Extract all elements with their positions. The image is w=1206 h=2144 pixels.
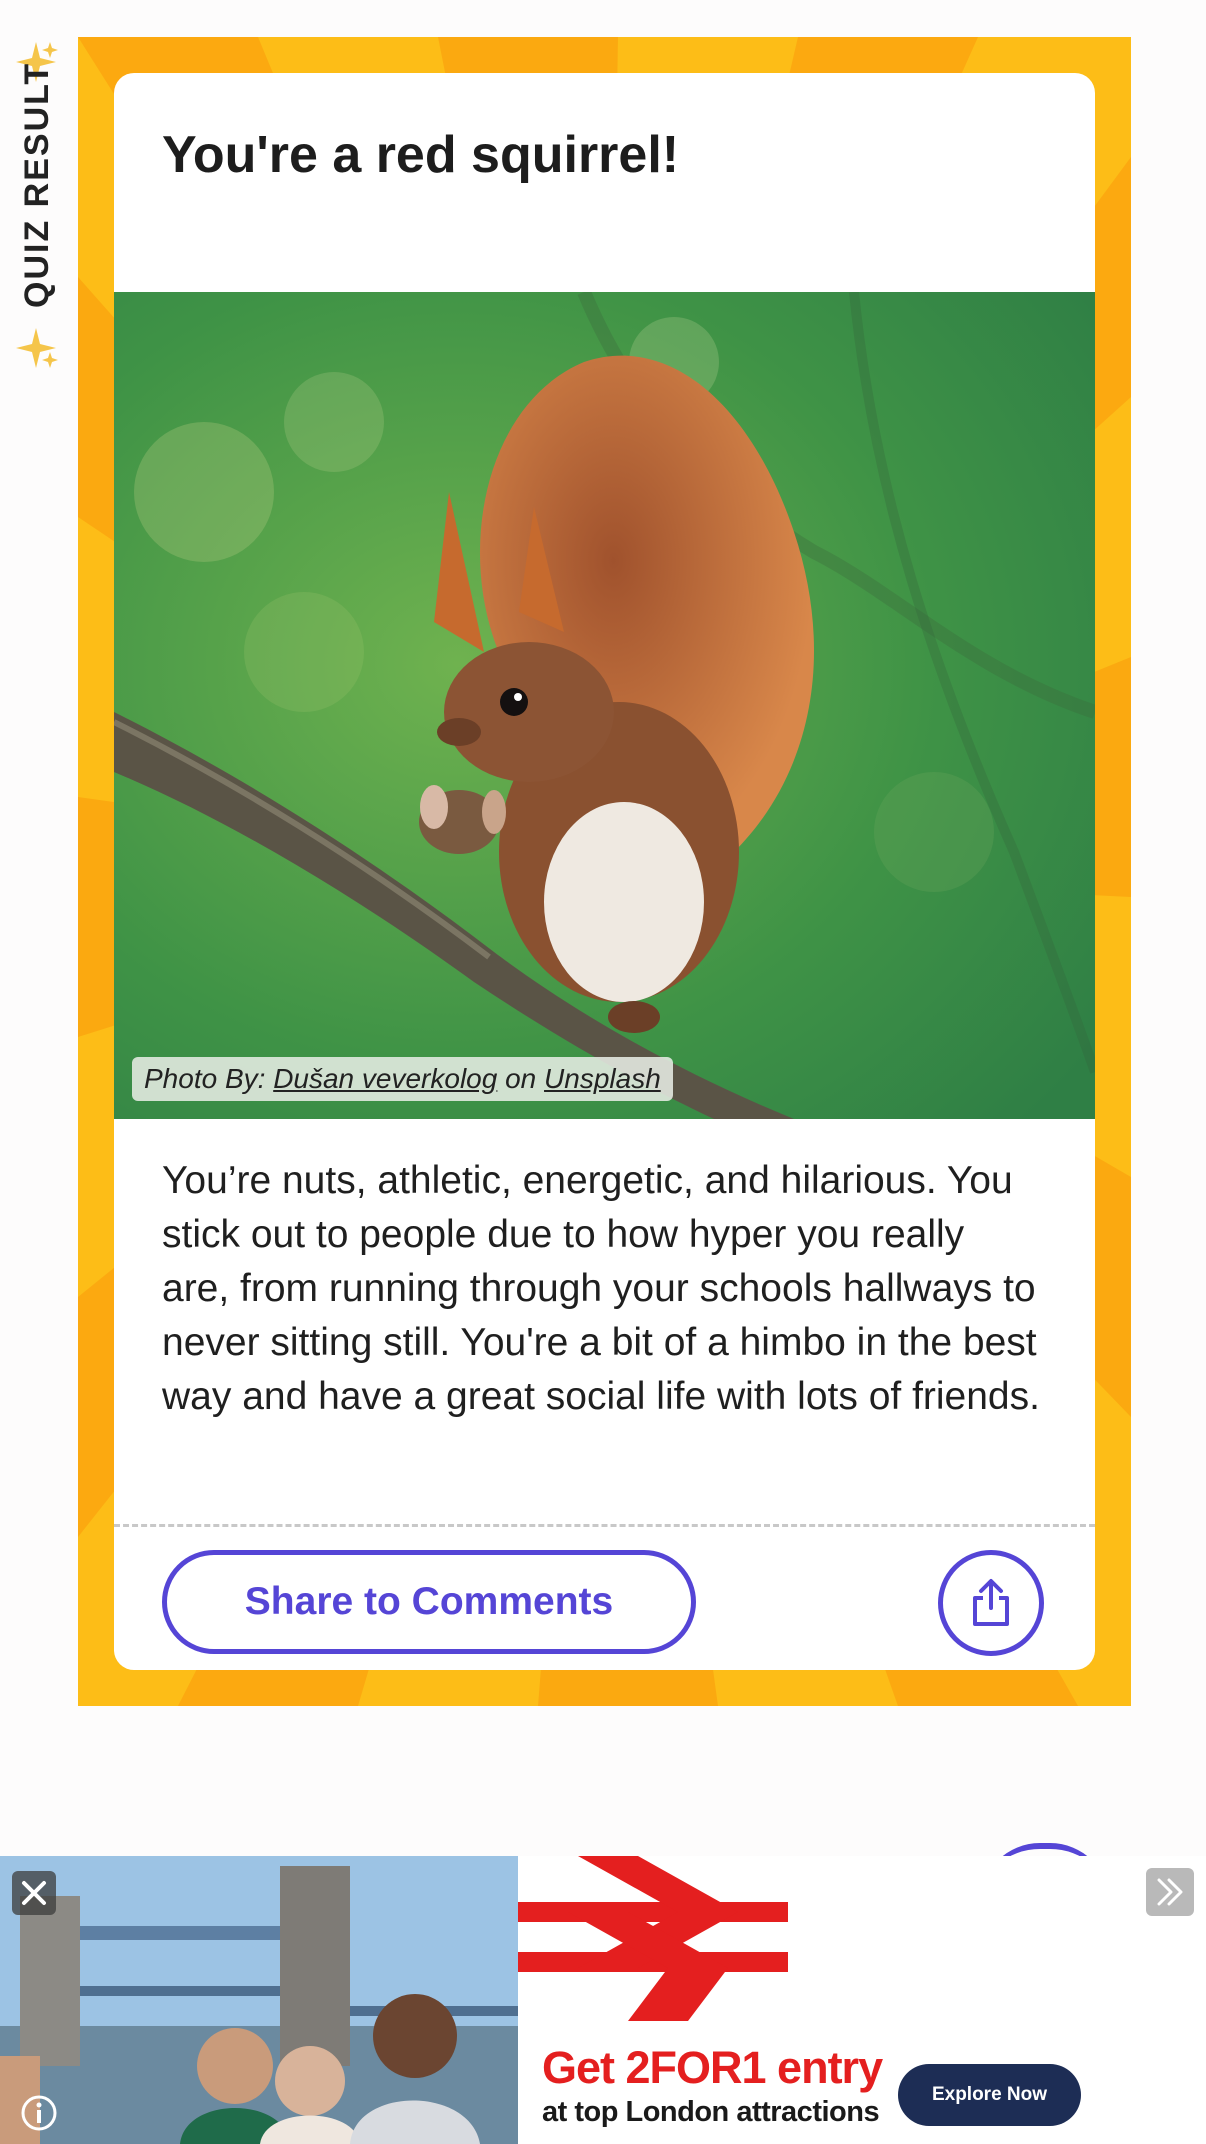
result-title: You're a red squirrel! <box>162 126 680 184</box>
photo-source-link[interactable]: Unsplash <box>544 1063 661 1094</box>
ad-headline: Get 2FOR1 entry <box>542 2042 883 2093</box>
quiz-result-label: QUIZ RESULT <box>18 61 56 308</box>
national-rail-logo <box>518 1856 788 2021</box>
info-icon[interactable] <box>20 2094 58 2132</box>
dashed-divider <box>114 1524 1095 1527</box>
share-icon <box>973 1579 1009 1626</box>
ad-photo-tower-bridge <box>0 1856 518 2144</box>
photo-credit-joiner: on <box>505 1063 537 1094</box>
double-chevron-right-icon <box>1157 1878 1183 1906</box>
squirrel-illustration <box>114 292 1095 1119</box>
result-card: You're a red squirrel! Photo By: Dušan v… <box>114 73 1095 1670</box>
result-photo: Photo By: Dušan veverkolog on Unsplash <box>114 292 1095 1119</box>
ad-next-button[interactable] <box>1146 1868 1194 1916</box>
quiz-result-side-label: QUIZ RESULT <box>0 40 72 380</box>
ad-banner[interactable]: Get 2FOR1 entry at top London attraction… <box>0 1856 1206 2144</box>
explore-now-button[interactable]: Explore Now <box>898 2064 1081 2126</box>
photo-credit: Photo By: Dušan veverkolog on Unsplash <box>132 1057 673 1101</box>
share-to-comments-button[interactable]: Share to Comments <box>162 1550 696 1654</box>
ad-close-button[interactable] <box>12 1871 56 1915</box>
sparkles-icon <box>16 328 58 368</box>
result-description: You’re nuts, athletic, energetic, and hi… <box>162 1159 1040 1418</box>
result-frame: You're a red squirrel! Photo By: Dušan v… <box>78 37 1131 1706</box>
ad-subline: at top London attractions <box>542 2096 880 2128</box>
photo-credit-prefix: Photo By: <box>144 1063 266 1094</box>
photo-author-link[interactable]: Dušan veverkolog <box>273 1063 497 1094</box>
share-button[interactable] <box>938 1550 1044 1656</box>
close-icon <box>22 1881 46 1905</box>
